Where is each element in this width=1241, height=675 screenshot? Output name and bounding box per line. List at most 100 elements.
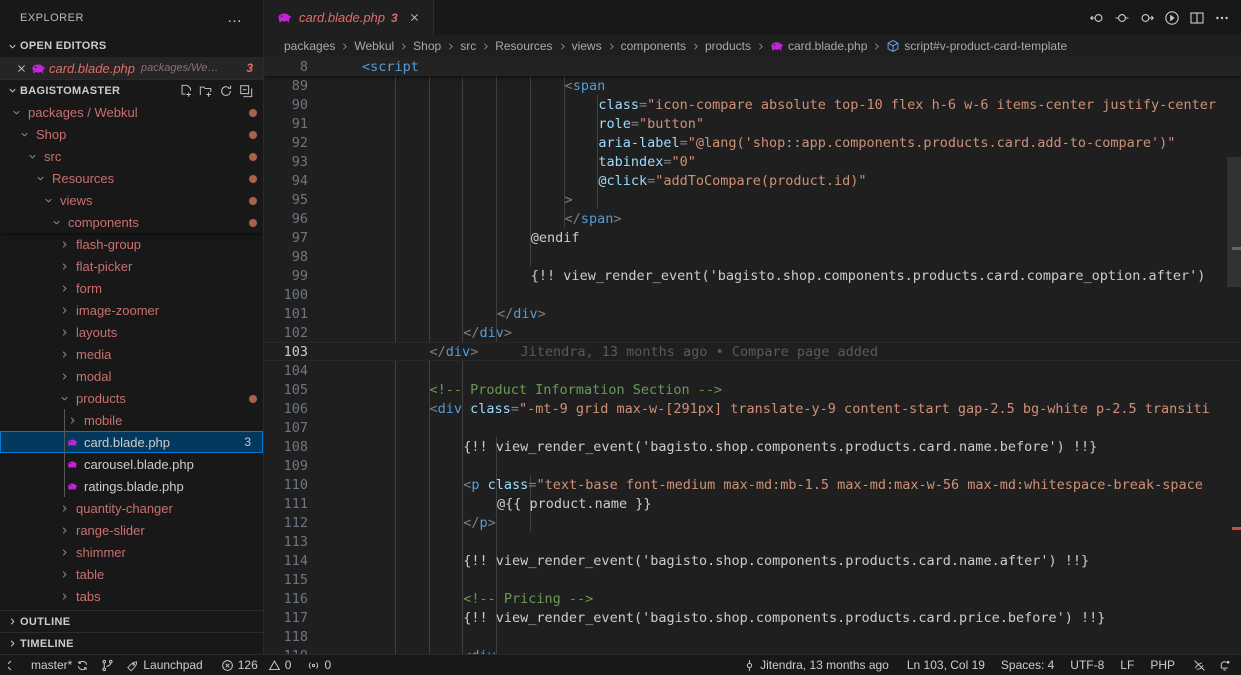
code-line[interactable]: 102 </div> — [264, 323, 1241, 342]
status-notifications[interactable] — [1212, 655, 1241, 675]
go-to-next-change-icon[interactable] — [1139, 10, 1155, 26]
breadcrumb[interactable]: packages Webkul Shop src Resources views compo… — [264, 35, 1241, 57]
refresh-icon[interactable] — [219, 84, 233, 98]
code-line[interactable]: 115 — [264, 570, 1241, 589]
breadcrumb-item[interactable]: Resources — [495, 39, 552, 53]
status-git-graph[interactable] — [95, 655, 120, 675]
code-line[interactable]: 116 <!-- Pricing --> — [264, 589, 1241, 608]
open-editor-item[interactable]: card.blade.php packages/We… 3 — [0, 57, 263, 79]
status-eol[interactable]: LF — [1110, 655, 1140, 675]
status-indentation[interactable]: Spaces: 4 — [991, 655, 1060, 675]
status-language-mode[interactable]: PHP — [1140, 655, 1181, 675]
tree-item-folder[interactable]: products — [0, 387, 263, 409]
outline-header[interactable]: OUTLINE — [0, 610, 263, 632]
tree-item-folder[interactable]: flash-group — [0, 233, 263, 255]
code-line[interactable]: 96 </span> — [264, 209, 1241, 228]
more-actions-icon[interactable] — [1214, 10, 1230, 26]
tree-item-file[interactable]: carousel.blade.php — [0, 453, 263, 475]
code-line[interactable]: 108 {!! view_render_event('bagisto.shop.c… — [264, 437, 1241, 456]
tree-item-file[interactable]: ratings.blade.php — [0, 475, 263, 497]
tree-item-folder[interactable]: mobile — [0, 409, 263, 431]
tree-item-file[interactable]: card.blade.php 3 — [0, 431, 263, 453]
tree-item-folder[interactable]: image-zoomer — [0, 299, 263, 321]
tree-item-folder[interactable]: quantity-changer — [0, 497, 263, 519]
open-editors-header[interactable]: OPEN EDITORS — [0, 35, 263, 57]
code-line[interactable]: 99 {!! view_render_event('bagisto.shop.co… — [264, 266, 1241, 285]
tree-item-folder[interactable]: Resources — [0, 167, 263, 189]
status-remote-indicator[interactable] — [0, 655, 25, 675]
status-branch[interactable]: master* — [25, 655, 95, 675]
tree-item-folder[interactable]: shimmer — [0, 541, 263, 563]
close-icon[interactable] — [407, 10, 423, 26]
status-ports[interactable]: 0 — [297, 655, 337, 675]
go-to-previous-change-icon[interactable] — [1089, 10, 1105, 26]
code-line[interactable]: 91 role="button" — [264, 114, 1241, 133]
tree-item-folder[interactable]: tinymce — [0, 607, 263, 610]
timeline-header[interactable]: TIMELINE — [0, 632, 263, 654]
code-line[interactable]: 100 — [264, 285, 1241, 304]
tree-item-folder[interactable]: src — [0, 145, 263, 167]
split-editor-icon[interactable] — [1189, 10, 1205, 26]
tree-item-folder[interactable]: form — [0, 277, 263, 299]
code-line[interactable]: 105 <!-- Product Information Section --> — [264, 380, 1241, 399]
status-encoding[interactable]: UTF-8 — [1060, 655, 1110, 675]
tree-item-folder[interactable]: table — [0, 563, 263, 585]
tree-item-folder[interactable]: layouts — [0, 321, 263, 343]
file-tree[interactable]: packages / Webkul Shop src Resources views co… — [0, 101, 263, 610]
code-line[interactable]: 106 <div class="-mt-9 grid max-w-[291px] … — [264, 399, 1241, 418]
breadcrumb-item[interactable]: card.blade.php — [770, 39, 867, 53]
breadcrumb-item[interactable]: views — [572, 39, 602, 53]
explorer-more-actions-icon[interactable]: … — [227, 10, 243, 25]
new-folder-icon[interactable] — [199, 84, 213, 98]
status-cursor-position[interactable]: Ln 103, Col 19 — [895, 655, 991, 675]
tree-item-folder[interactable]: packages / Webkul — [0, 101, 263, 123]
breadcrumb-item[interactable]: products — [705, 39, 751, 53]
code-line[interactable]: 113 — [264, 532, 1241, 551]
tree-item-folder[interactable]: media — [0, 343, 263, 365]
code-line[interactable]: 89 <span — [264, 76, 1241, 95]
tree-item-folder[interactable]: tabs — [0, 585, 263, 607]
code-line[interactable]: 104 — [264, 361, 1241, 380]
editor-scrollbar[interactable] — [1227, 57, 1241, 654]
sticky-scroll-line[interactable]: 8 <script — [264, 57, 1241, 76]
code-editor[interactable]: 89 <span 90 class="icon-compare absolute to… — [264, 57, 1241, 654]
tree-item-folder[interactable]: range-slider — [0, 519, 263, 541]
close-icon[interactable] — [12, 63, 30, 74]
scrollbar-thumb[interactable] — [1227, 157, 1241, 287]
tree-item-folder[interactable]: components — [0, 211, 263, 233]
breadcrumb-item[interactable]: packages — [284, 39, 335, 53]
breadcrumb-item[interactable]: script#v-product-card-template — [886, 39, 1067, 53]
code-line[interactable]: 118 — [264, 627, 1241, 646]
breadcrumb-item[interactable]: Webkul — [354, 39, 394, 53]
code-line[interactable]: 92 aria-label="@lang('shop::app.component… — [264, 133, 1241, 152]
code-line[interactable]: 93 tabindex="0" — [264, 152, 1241, 171]
status-prettier[interactable] — [1181, 655, 1212, 675]
tree-item-folder[interactable]: views — [0, 189, 263, 211]
tab-card-blade-php[interactable]: card.blade.php 3 — [264, 0, 434, 35]
code-line[interactable]: 111 @{{ product.name }} — [264, 494, 1241, 513]
status-problems[interactable]: 126 0 — [209, 655, 298, 675]
code-line[interactable]: 95 > — [264, 190, 1241, 209]
workspace-header[interactable]: BAGISTOMASTER — [0, 79, 263, 101]
new-file-icon[interactable] — [179, 84, 193, 98]
code-line[interactable]: 109 — [264, 456, 1241, 475]
code-line[interactable]: 103 </div> Jitendra, 13 months ago • Compa… — [264, 342, 1241, 361]
code-line[interactable]: 107 — [264, 418, 1241, 437]
status-launchpad[interactable]: Launchpad — [120, 655, 208, 675]
tree-item-folder[interactable]: modal — [0, 365, 263, 387]
code-line[interactable]: 114 {!! view_render_event('bagisto.shop.c… — [264, 551, 1241, 570]
breadcrumb-item[interactable]: Shop — [413, 39, 441, 53]
code-line[interactable]: 101 </div> — [264, 304, 1241, 323]
code-line[interactable]: 117 {!! view_render_event('bagisto.shop.c… — [264, 608, 1241, 627]
code-line[interactable]: 98 — [264, 247, 1241, 266]
tree-item-folder[interactable]: flat-picker — [0, 255, 263, 277]
code-line[interactable]: 90 class="icon-compare absolute top-10 fl… — [264, 95, 1241, 114]
code-line[interactable]: 97 @endif — [264, 228, 1241, 247]
run-or-debug-icon[interactable] — [1164, 10, 1180, 26]
current-change-icon[interactable] — [1114, 10, 1130, 26]
status-git-blame[interactable]: Jitendra, 13 months ago — [737, 655, 895, 675]
code-line[interactable]: 112 </p> — [264, 513, 1241, 532]
breadcrumb-item[interactable]: src — [460, 39, 476, 53]
code-line[interactable]: 94 @click="addToCompare(product.id)" — [264, 171, 1241, 190]
tree-item-folder[interactable]: Shop — [0, 123, 263, 145]
